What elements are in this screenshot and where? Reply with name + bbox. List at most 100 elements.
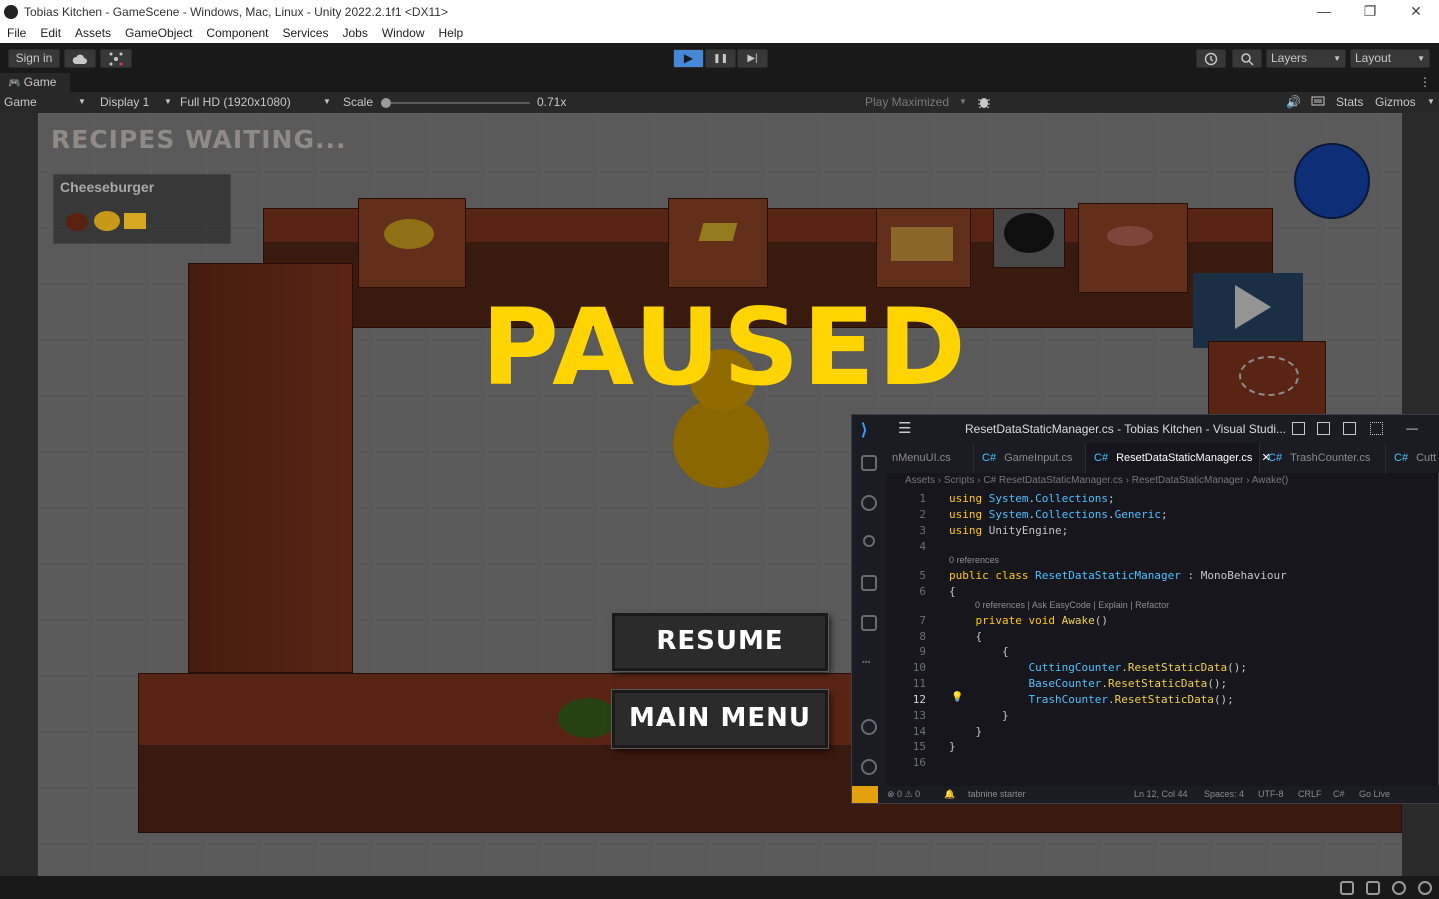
go-live-button[interactable]: Go Live: [1359, 789, 1390, 799]
close-button[interactable]: ✕: [1393, 0, 1439, 23]
more-options-icon[interactable]: ⋮: [1419, 73, 1431, 92]
tab-gameinput[interactable]: C# GameInput.cs: [974, 443, 1086, 473]
minimize-button[interactable]: —: [1301, 0, 1347, 23]
layers-dropdown[interactable]: Layers ▼: [1266, 49, 1346, 68]
problems-indicator[interactable]: ⊗ 0 ⚠ 0: [887, 789, 920, 800]
code-line[interactable]: 5 public class ResetDataStaticManager : M…: [886, 568, 1439, 584]
source-control-icon[interactable]: [863, 535, 875, 547]
code-line[interactable]: 9 {: [886, 644, 1439, 660]
explorer-icon[interactable]: [861, 455, 877, 471]
vscode-title: ResetDataStaticManager.cs - Tobias Kitch…: [965, 422, 1287, 436]
code-line[interactable]: 1 using System.Collections;: [886, 491, 1439, 507]
search-icon[interactable]: [1232, 49, 1262, 68]
scale-slider[interactable]: [381, 98, 530, 108]
code-line[interactable]: 15}: [886, 739, 1439, 755]
gizmos-button[interactable]: Gizmos: [1375, 95, 1416, 109]
tab-cuttingcounter[interactable]: C# Cutt: [1386, 443, 1439, 473]
stats-button[interactable]: Stats: [1336, 95, 1363, 109]
code-text: }: [949, 740, 956, 753]
menu-file[interactable]: File: [7, 26, 26, 40]
play-maximized-toggle[interactable]: Play Maximized: [865, 95, 949, 109]
language-mode[interactable]: C#: [1333, 789, 1345, 799]
code-line[interactable]: 2 using System.Collections.Generic;: [886, 507, 1439, 523]
cache-icon[interactable]: [1366, 881, 1380, 895]
code-line[interactable]: 10 CuttingCounter.ResetStaticData();: [886, 660, 1439, 676]
customize-layout-icon[interactable]: [1370, 422, 1383, 435]
step-button[interactable]: ▶|: [737, 49, 768, 68]
indentation[interactable]: Spaces: 4: [1204, 789, 1244, 799]
remote-explorer-icon[interactable]: [861, 615, 877, 631]
vscode-status-bar: ⊗ 0 ⚠ 0 🔔 tabnine starter Ln 12, Col 44 …: [852, 786, 1439, 803]
gear-icon[interactable]: [861, 759, 877, 775]
code-line[interactable]: 14 }: [886, 724, 1439, 740]
display-dropdown[interactable]: Display 1: [100, 95, 149, 109]
menu-gameobject[interactable]: GameObject: [125, 26, 192, 40]
paused-title: PAUSED: [481, 286, 969, 409]
lightbulb-icon[interactable]: 💡: [951, 692, 963, 703]
tab-resetdatastaticmanager[interactable]: C# ResetDataStaticManager.cs ✕: [1086, 443, 1271, 473]
hamburger-menu-icon[interactable]: ☰: [898, 419, 911, 437]
code-line[interactable]: 11 BaseCounter.ResetStaticData();: [886, 676, 1439, 692]
search-icon[interactable]: [861, 495, 877, 511]
menu-window[interactable]: Window: [382, 26, 425, 40]
toggle-secondary-sidebar-icon[interactable]: [1343, 422, 1356, 435]
collab-icon[interactable]: [100, 49, 132, 68]
tab-game[interactable]: 🎮 Game: [0, 73, 70, 92]
cursor-position[interactable]: Ln 12, Col 44: [1134, 789, 1188, 799]
scale-slider-handle[interactable]: [381, 98, 391, 108]
cloud-icon[interactable]: [64, 49, 96, 68]
code-line[interactable]: 4: [886, 539, 1439, 555]
tabnine-status[interactable]: tabnine starter: [968, 789, 1026, 799]
menu-services[interactable]: Services: [282, 26, 328, 40]
main-menu-button[interactable]: MAIN MENU: [612, 690, 828, 748]
recipes-waiting-header: RECIPES WAITING...: [51, 125, 347, 154]
vscode-window[interactable]: ⟩ ☰ ResetDataStaticManager.cs - Tobias K…: [851, 414, 1439, 804]
resume-button[interactable]: RESUME: [612, 613, 828, 671]
remote-indicator-icon[interactable]: [852, 786, 878, 803]
pause-button[interactable]: ❚❚: [705, 49, 736, 68]
keyboard-icon[interactable]: [1311, 95, 1325, 110]
play-button[interactable]: ▶: [673, 49, 704, 68]
code-line[interactable]: 12 TrashCounter.ResetStaticData();: [886, 692, 1439, 708]
line-number: 7: [919, 614, 926, 627]
history-icon[interactable]: [1196, 49, 1226, 68]
code-line[interactable]: 13 }: [886, 708, 1439, 724]
audio-icon[interactable]: 🔊: [1286, 95, 1301, 109]
codelens-method[interactable]: 0 references | Ask EasyCode | Explain | …: [975, 600, 1169, 610]
chevron-down-icon: ▼: [323, 97, 331, 106]
menu-help[interactable]: Help: [439, 26, 464, 40]
codelens-class[interactable]: 0 references: [949, 555, 999, 565]
view-mode-dropdown[interactable]: Game: [4, 95, 37, 109]
layout-dropdown[interactable]: Layout ▼: [1350, 49, 1430, 68]
run-debug-icon[interactable]: [861, 575, 877, 591]
menu-component[interactable]: Component: [206, 26, 268, 40]
debug-icon[interactable]: [1340, 881, 1354, 895]
bug-icon[interactable]: [977, 95, 991, 112]
encoding[interactable]: UTF-8: [1258, 789, 1284, 799]
resolution-dropdown[interactable]: Full HD (1920x1080): [180, 95, 291, 109]
breadcrumb[interactable]: Assets › Scripts › C# ResetDataStaticMan…: [905, 475, 1288, 486]
menu-assets[interactable]: Assets: [75, 26, 111, 40]
tab-game-label: Game: [23, 75, 57, 89]
account-icon[interactable]: [861, 719, 877, 735]
menu-jobs[interactable]: Jobs: [342, 26, 367, 40]
line-endings[interactable]: CRLF: [1298, 789, 1322, 799]
code-line[interactable]: 3 using UnityEngine;: [886, 523, 1439, 539]
code-text: }: [949, 725, 983, 738]
notifications-bell-icon[interactable]: 🔔: [944, 789, 955, 800]
sign-in-button[interactable]: Sign in: [8, 49, 60, 68]
check-icon[interactable]: [1418, 881, 1432, 895]
more-icon[interactable]: …: [862, 651, 870, 667]
menu-edit[interactable]: Edit: [40, 26, 61, 40]
toggle-panel-icon[interactable]: [1317, 422, 1330, 435]
maximize-button[interactable]: ❐: [1347, 0, 1393, 23]
code-line[interactable]: 8 {: [886, 629, 1439, 645]
code-line[interactable]: 6{: [886, 584, 1439, 600]
tab-mainmenuui[interactable]: nMenuUI.cs: [886, 443, 974, 473]
toggle-sidebar-icon[interactable]: [1292, 422, 1305, 435]
network-icon[interactable]: [1392, 881, 1406, 895]
code-line[interactable]: 16: [886, 755, 1439, 771]
minimize-button[interactable]: —: [1406, 421, 1418, 435]
code-line[interactable]: 7 private void Awake(): [886, 613, 1439, 629]
tab-trashcounter[interactable]: C# TrashCounter.cs: [1260, 443, 1386, 473]
